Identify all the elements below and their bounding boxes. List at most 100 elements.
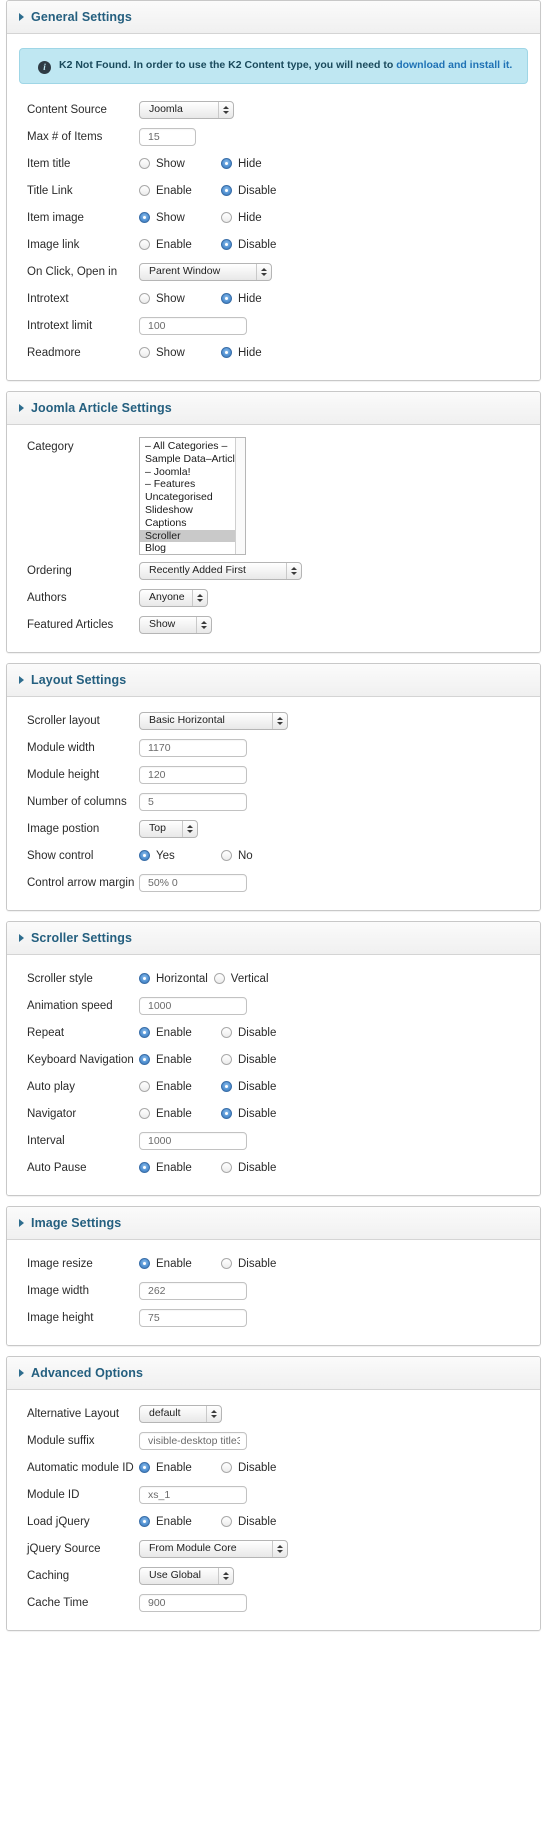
panel-header-advanced-options[interactable]: Advanced Options	[7, 1357, 540, 1390]
radio-option-enable[interactable]: Enable	[139, 1258, 215, 1270]
chevron-updown-icon[interactable]	[286, 562, 301, 579]
radio-option-hide[interactable]: Hide	[221, 158, 297, 170]
field-label: Automatic module ID	[27, 1461, 134, 1474]
list-item[interactable]: Blog	[140, 542, 235, 554]
select-jquery-source[interactable]: From Module Core	[139, 1539, 288, 1558]
input-animation-speed[interactable]	[139, 996, 247, 1015]
input-interval[interactable]	[139, 1131, 247, 1150]
panel-header-layout-settings[interactable]: Layout Settings	[7, 664, 540, 697]
radio-option-disable[interactable]: Disable	[221, 1027, 297, 1039]
radio-option-hide[interactable]: Hide	[221, 347, 297, 359]
chevron-updown-icon[interactable]	[272, 712, 287, 729]
select-scroller-layout[interactable]: Basic Horizontal	[139, 711, 288, 730]
radio-option-disable[interactable]: Disable	[221, 185, 297, 197]
radio-option-enable[interactable]: Enable	[139, 1516, 215, 1528]
input-image-width[interactable]	[139, 1281, 247, 1300]
radio-option-hide[interactable]: Hide	[221, 212, 297, 224]
panel-header-scroller-settings[interactable]: Scroller Settings	[7, 922, 540, 955]
panel-title: General Settings	[31, 10, 132, 24]
radio-label: Disable	[238, 1026, 277, 1039]
radio-label: Yes	[156, 849, 175, 862]
radio-option-enable[interactable]: Enable	[139, 1462, 215, 1474]
list-item[interactable]: Scroller	[140, 529, 235, 543]
radio-option-show[interactable]: Show	[139, 212, 215, 224]
radio-option-show[interactable]: Show	[139, 158, 215, 170]
radio-option-disable[interactable]: Disable	[221, 1081, 297, 1093]
radio-option-enable[interactable]: Enable	[139, 1027, 215, 1039]
radio-option-disable[interactable]: Disable	[221, 1258, 297, 1270]
radio-option-show[interactable]: Show	[139, 293, 215, 305]
select-caching[interactable]: Use Global	[139, 1566, 234, 1585]
list-item[interactable]: Slideshow	[140, 504, 235, 517]
panel-header-general-settings[interactable]: General Settings	[7, 1, 540, 34]
list-item[interactable]: Sample Data–Articles	[140, 453, 235, 466]
chevron-updown-icon[interactable]	[196, 616, 211, 633]
download-install-link[interactable]: download and install it.	[396, 59, 512, 71]
radio-option-enable[interactable]: Enable	[139, 1054, 215, 1066]
input-module-width[interactable]	[139, 738, 247, 757]
chevron-updown-icon[interactable]	[272, 1540, 287, 1557]
radio-option-disable[interactable]: Disable	[221, 1108, 297, 1120]
radio-group-navigator: Enable Disable	[139, 1108, 303, 1120]
listbox-scrollbar[interactable]	[235, 438, 245, 554]
list-item[interactable]: – Joomla!	[140, 466, 235, 479]
radio-option-enable[interactable]: Enable	[139, 239, 215, 251]
radio-option-show[interactable]: Show	[139, 347, 215, 359]
chevron-updown-icon[interactable]	[191, 589, 207, 606]
input-module-id[interactable]	[139, 1485, 247, 1504]
radio-option-enable[interactable]: Enable	[139, 1162, 215, 1174]
select-featured-articles[interactable]: Show	[139, 615, 212, 634]
select-alternative-layout[interactable]: default	[139, 1404, 222, 1423]
select-ordering[interactable]: Recently Added First	[139, 561, 302, 580]
field-control	[139, 996, 540, 1015]
input-module-height[interactable]	[139, 765, 247, 784]
radio-option-disable[interactable]: Disable	[221, 239, 297, 251]
select-image-postion[interactable]: Top	[139, 819, 198, 838]
select-content-source[interactable]: Joomla	[139, 100, 234, 119]
radio-option-hide[interactable]: Hide	[221, 293, 297, 305]
radio-option-no[interactable]: No	[221, 850, 297, 862]
chevron-updown-icon[interactable]	[206, 1405, 221, 1422]
radio-label: Show	[156, 292, 185, 305]
chevron-updown-icon[interactable]	[182, 820, 197, 837]
chevron-up-icon	[223, 1571, 229, 1575]
list-item[interactable]: – Features	[140, 478, 235, 491]
input-module-suffix[interactable]	[139, 1431, 247, 1450]
chevron-right-icon[interactable]	[19, 934, 24, 942]
radio-option-disable[interactable]: Disable	[221, 1162, 297, 1174]
radio-dot-icon	[139, 158, 150, 169]
chevron-updown-icon[interactable]	[218, 1567, 233, 1584]
listbox-category[interactable]: – All Categories –Sample Data–Articles– …	[139, 437, 246, 555]
input-image-height[interactable]	[139, 1308, 247, 1327]
radio-option-yes[interactable]: Yes	[139, 850, 215, 862]
radio-option-enable[interactable]: Enable	[139, 1081, 215, 1093]
radio-option-enable[interactable]: Enable	[139, 185, 215, 197]
panel-header-image-settings[interactable]: Image Settings	[7, 1207, 540, 1240]
chevron-updown-icon[interactable]	[218, 101, 233, 118]
list-item[interactable]: Captions	[140, 517, 235, 530]
input-control-arrow-margin[interactable]	[139, 873, 247, 892]
input-cache-time[interactable]	[139, 1593, 247, 1612]
chevron-right-icon[interactable]	[19, 676, 24, 684]
chevron-down-icon	[201, 625, 207, 629]
select-on-click-open-in[interactable]: Parent Window	[139, 262, 272, 281]
radio-option-vertical[interactable]: Vertical	[213, 973, 269, 985]
panel-header-joomla-article-settings[interactable]: Joomla Article Settings	[7, 392, 540, 425]
chevron-right-icon[interactable]	[19, 13, 24, 21]
chevron-right-icon[interactable]	[19, 404, 24, 412]
input-introtext-limit[interactable]	[139, 316, 247, 335]
radio-option-horizontal[interactable]: Horizontal	[139, 973, 208, 985]
chevron-right-icon[interactable]	[19, 1369, 24, 1377]
list-item[interactable]: – All Categories –	[140, 440, 235, 453]
radio-option-disable[interactable]: Disable	[221, 1516, 297, 1528]
select-authors[interactable]: Anyone	[139, 588, 208, 607]
input-max-of-items[interactable]	[139, 127, 196, 146]
radio-option-disable[interactable]: Disable	[221, 1054, 297, 1066]
chevron-updown-icon[interactable]	[256, 263, 271, 280]
list-item[interactable]: Uncategorised	[140, 491, 235, 504]
radio-option-disable[interactable]: Disable	[221, 1462, 297, 1474]
input-number-of-columns[interactable]	[139, 792, 247, 811]
form-row: Scroller layout Basic Horizontal	[7, 707, 540, 734]
chevron-right-icon[interactable]	[19, 1219, 24, 1227]
radio-option-enable[interactable]: Enable	[139, 1108, 215, 1120]
